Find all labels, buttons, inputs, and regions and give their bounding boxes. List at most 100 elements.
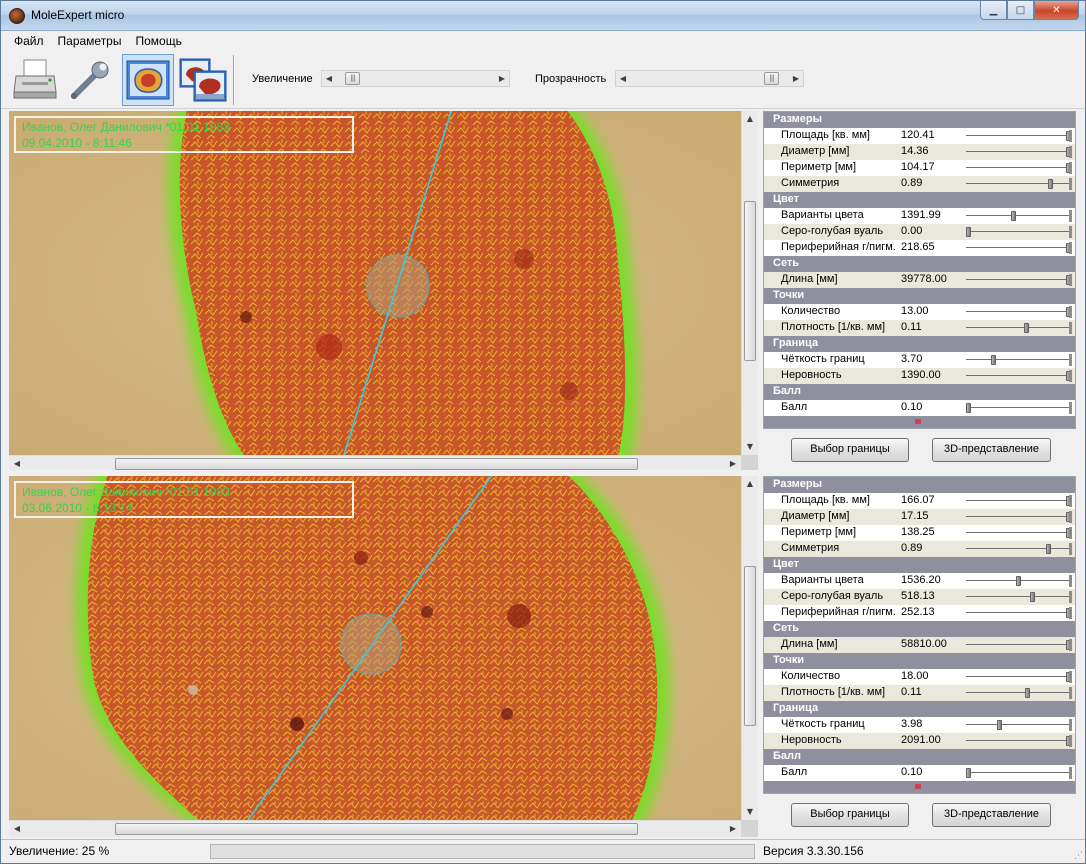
section-header: Размеры bbox=[764, 112, 1075, 128]
slider-end-cap bbox=[1069, 146, 1072, 158]
slider-end-cap bbox=[1069, 687, 1072, 699]
measurement-label: Длина [мм] bbox=[781, 638, 838, 650]
measurement-value: 3.70 bbox=[901, 353, 923, 365]
slider-end-cap bbox=[1069, 306, 1072, 318]
horizontal-scrollbar-bottom[interactable]: ◀ ▶ bbox=[9, 820, 741, 837]
arrow-right-icon[interactable]: ▶ bbox=[725, 821, 741, 837]
slider-end-cap bbox=[1069, 671, 1072, 683]
patient-name: Иванов, Олег Данилович *01.01.1983 bbox=[22, 120, 230, 134]
border-select-button[interactable]: Выбор границы bbox=[791, 438, 909, 462]
arrow-left-icon[interactable]: ◀ bbox=[9, 821, 25, 837]
scroll-thumb[interactable] bbox=[115, 823, 638, 835]
minimize-button[interactable]: ▁ bbox=[980, 1, 1007, 20]
slider-end-cap bbox=[1069, 591, 1072, 603]
measurement-slider-track bbox=[966, 772, 1071, 773]
printer-icon bbox=[13, 59, 57, 99]
scroll-thumb[interactable] bbox=[115, 458, 638, 470]
arrow-right-icon[interactable]: ▶ bbox=[495, 71, 509, 86]
measurement-label: Диаметр [мм] bbox=[781, 145, 850, 157]
measurement-slider-knob[interactable] bbox=[1025, 688, 1030, 698]
arrow-left-icon[interactable]: ◀ bbox=[322, 71, 336, 86]
slider-end-cap bbox=[1069, 607, 1072, 619]
measurement-slider-knob[interactable] bbox=[1024, 323, 1029, 333]
measurement-slider-knob[interactable] bbox=[1016, 576, 1021, 586]
opacity-slider-thumb[interactable]: ||| bbox=[764, 72, 779, 85]
zoom-label: Увеличение bbox=[252, 73, 313, 85]
measurement-value: 120.41 bbox=[901, 129, 935, 141]
measurement-label: Периферийная г/пигм. bbox=[781, 606, 896, 618]
settings-button[interactable] bbox=[63, 54, 115, 106]
print-button[interactable] bbox=[9, 54, 61, 106]
measurement-slider-track bbox=[966, 676, 1071, 677]
slider-end-cap bbox=[1069, 495, 1072, 507]
measurement-value: 0.11 bbox=[901, 686, 922, 698]
measurement-slider-knob[interactable] bbox=[966, 768, 971, 778]
arrow-right-icon[interactable]: ▶ bbox=[789, 71, 803, 86]
measurement-slider-knob[interactable] bbox=[1046, 544, 1051, 554]
measurement-row: Периферийная г/пигм. 218.65 bbox=[764, 240, 1075, 256]
section-header: Сеть bbox=[764, 621, 1075, 637]
measurement-slider-knob[interactable] bbox=[1030, 592, 1035, 602]
zoom-slider[interactable]: ◀ ||| ▶ bbox=[321, 70, 510, 87]
vertical-scrollbar-bottom[interactable]: ▲ ▼ bbox=[741, 476, 758, 820]
table-footer bbox=[764, 416, 1075, 428]
arrow-down-icon[interactable]: ▼ bbox=[742, 439, 758, 455]
menu-file[interactable]: Файл bbox=[7, 31, 51, 51]
zoom-slider-thumb[interactable]: ||| bbox=[345, 72, 360, 85]
measurement-slider-knob[interactable] bbox=[1011, 211, 1016, 221]
measurement-value: 0.10 bbox=[901, 766, 923, 778]
border-select-button[interactable]: Выбор границы bbox=[791, 803, 909, 827]
measurement-value: 0.10 bbox=[901, 401, 923, 413]
opacity-slider[interactable]: ◀ ||| ▶ bbox=[615, 70, 804, 87]
measurement-slider-knob[interactable] bbox=[997, 720, 1002, 730]
menu-parameters[interactable]: Параметры bbox=[51, 31, 129, 51]
pane-splitter[interactable] bbox=[9, 470, 759, 475]
title-bar[interactable]: MoleExpert micro ▁ □ ✕ bbox=[1, 1, 1085, 31]
slider-end-cap bbox=[1069, 130, 1072, 142]
measurement-row: Симметрия 0.89 bbox=[764, 541, 1075, 557]
measurement-slider-track bbox=[966, 215, 1071, 216]
resize-grip-icon[interactable]: ⋰ bbox=[1074, 851, 1083, 861]
measurement-value: 58810.00 bbox=[901, 638, 947, 650]
vertical-scrollbar-top[interactable]: ▲ ▼ bbox=[741, 111, 758, 455]
measurement-label: Длина [мм] bbox=[781, 273, 838, 285]
measurement-label: Балл bbox=[781, 766, 808, 778]
arrow-left-icon[interactable]: ◀ bbox=[616, 71, 630, 86]
arrow-up-icon[interactable]: ▲ bbox=[742, 476, 758, 492]
section-header: Граница bbox=[764, 336, 1075, 352]
measurement-row: Варианты цвета 1391.99 bbox=[764, 208, 1075, 224]
version-text: Версия 3.3.30.156 bbox=[763, 844, 864, 858]
measurement-slider-knob[interactable] bbox=[991, 355, 996, 365]
maximize-button[interactable]: □ bbox=[1007, 1, 1034, 20]
menu-bar: Файл Параметры Помощь bbox=[1, 31, 1085, 51]
measurement-value: 518.13 bbox=[901, 590, 935, 602]
close-button[interactable]: ✕ bbox=[1034, 1, 1079, 20]
measurement-slider-knob[interactable] bbox=[966, 403, 971, 413]
scroll-thumb[interactable] bbox=[744, 566, 756, 726]
menu-help[interactable]: Помощь bbox=[128, 31, 188, 51]
measurement-label: Варианты цвета bbox=[781, 209, 864, 221]
measurement-panel-bottom: Размеры Площадь [кв. мм] 166.07 Диаметр [мм… bbox=[763, 476, 1076, 834]
slider-end-cap bbox=[1069, 719, 1072, 731]
3d-view-button[interactable]: 3D-представление bbox=[932, 438, 1051, 462]
arrow-up-icon[interactable]: ▲ bbox=[742, 111, 758, 127]
arrow-down-icon[interactable]: ▼ bbox=[742, 804, 758, 820]
measurement-value: 39778.00 bbox=[901, 273, 947, 285]
measurement-slider-knob[interactable] bbox=[1048, 179, 1053, 189]
measurement-slider-knob[interactable] bbox=[966, 227, 971, 237]
single-view-button[interactable] bbox=[122, 54, 174, 106]
lesion-image-bottom[interactable]: Иванов, Олег Данилович *01.01.1983 03.06… bbox=[9, 476, 741, 820]
slider-end-cap bbox=[1069, 242, 1072, 254]
compare-view-button[interactable] bbox=[177, 54, 229, 106]
measurement-value: 0.89 bbox=[901, 542, 923, 554]
zoom-status: Увеличение: 25 % bbox=[9, 844, 110, 858]
measurement-value: 17.15 bbox=[901, 510, 929, 522]
scroll-thumb[interactable] bbox=[744, 201, 756, 361]
measurement-label: Количество bbox=[781, 305, 841, 317]
slider-end-cap bbox=[1069, 226, 1072, 238]
compare-view-icon bbox=[179, 58, 227, 102]
measurement-slider-track bbox=[966, 407, 1071, 408]
measurement-slider-track bbox=[966, 612, 1071, 613]
lesion-image-top[interactable]: Иванов, Олег Данилович *01.01.1983 09.04… bbox=[9, 111, 741, 455]
3d-view-button[interactable]: 3D-представление bbox=[932, 803, 1051, 827]
